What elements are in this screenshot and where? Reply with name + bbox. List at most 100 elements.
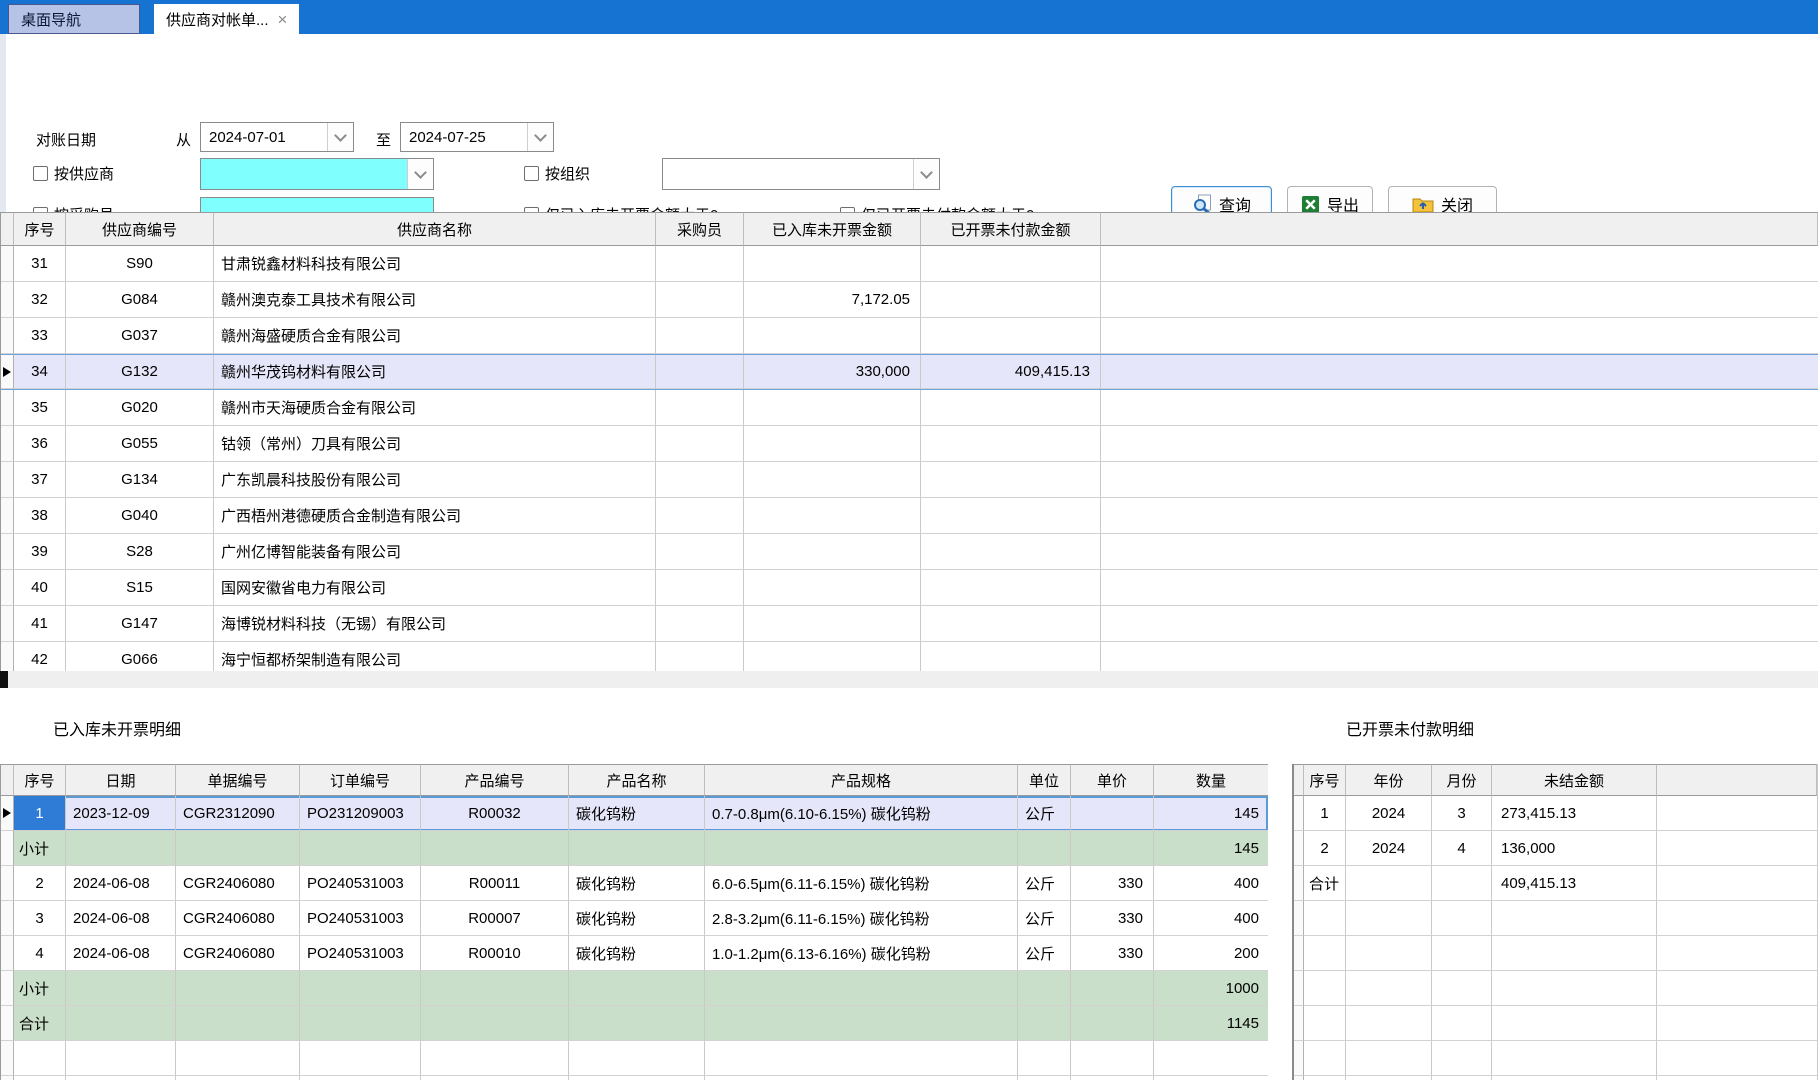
instock-detail-header: 序号 日期 单据编号 订单编号 产品编号 产品名称 产品规格 单位 单价 数量	[1, 764, 1268, 796]
supplier-row[interactable]: 35 G020 赣州市天海硬质合金有限公司	[1, 390, 1818, 426]
col-invoiced-amount[interactable]: 已开票未付款金额	[921, 212, 1101, 246]
by-org-checkbox-group: 按组织	[524, 163, 590, 184]
supplier-row[interactable]: 40 S15 国网安徽省电力有限公司	[1, 570, 1818, 606]
date-to-dropdown-button[interactable]	[527, 123, 553, 151]
col-buyer[interactable]: 采购员	[656, 212, 744, 246]
cell-supplier-code: G084	[66, 282, 214, 318]
invoiced-detail-row[interactable]	[1294, 1006, 1817, 1041]
tab-supplier-statement[interactable]: 供应商对帐单... ×	[154, 4, 299, 34]
supplier-row[interactable]: 33 G037 赣州海盛硬质合金有限公司	[1, 318, 1818, 354]
col-unit-price[interactable]: 单价	[1071, 764, 1154, 796]
cell-no: 34	[14, 355, 66, 389]
by-org-label: 按组织	[545, 163, 590, 184]
supplier-row[interactable]: 34 G132 赣州华茂钨材料有限公司 330,000 409,415.13	[1, 354, 1818, 390]
by-supplier-checkbox-group: 按供应商	[33, 163, 114, 184]
invoiced-detail-row[interactable]	[1294, 1076, 1817, 1080]
cell-filler	[1657, 901, 1817, 936]
supplier-row[interactable]: 39 S28 广州亿博智能装备有限公司	[1, 534, 1818, 570]
date-from-dropdown-button[interactable]	[327, 123, 353, 151]
cell-supplier-code: G147	[66, 606, 214, 642]
cell-buyer	[656, 246, 744, 282]
supplier-row[interactable]: 36 G055 钴领（常州）刀具有限公司	[1, 426, 1818, 462]
col-order-number[interactable]: 订单编号	[300, 764, 421, 796]
col-no[interactable]: 序号	[14, 764, 66, 796]
instock-detail-row[interactable]: 4 2024-06-08 CGR2406080 PO240531003 R000…	[1, 936, 1268, 971]
cell-supplier-code: G132	[66, 355, 214, 389]
instock-detail-row[interactable]: 小计 145	[1, 831, 1268, 866]
org-select[interactable]	[662, 158, 940, 190]
row-selector-gutter	[1, 901, 14, 936]
date-to-input[interactable]	[401, 123, 527, 151]
by-org-checkbox[interactable]	[524, 166, 539, 181]
cell-filler	[1101, 534, 1818, 570]
instock-detail-row[interactable]: 小计 1000	[1, 971, 1268, 1006]
cell-quantity: 400	[1154, 866, 1268, 901]
date-from-input[interactable]	[201, 123, 327, 151]
cell-filler	[1657, 971, 1817, 1006]
invoiced-detail-row[interactable]: 1 2024 3 273,415.13	[1294, 796, 1817, 831]
cell-instock-amount	[744, 426, 921, 462]
cell-invoiced-amount	[921, 426, 1101, 462]
header-filler	[1657, 764, 1817, 796]
supplier-row[interactable]: 38 G040 广西梧州港德硬质合金制造有限公司	[1, 498, 1818, 534]
org-select-dropdown-button[interactable]	[913, 159, 939, 189]
row-selector-gutter	[1, 642, 14, 671]
col-product-code[interactable]: 产品编号	[421, 764, 569, 796]
invoiced-detail-row[interactable]: 2 2024 4 136,000	[1294, 831, 1817, 866]
cell-invoiced-amount	[921, 642, 1101, 671]
row-selector-gutter	[1294, 1041, 1304, 1076]
col-no[interactable]: 序号	[1304, 764, 1346, 796]
col-open-amount[interactable]: 未结金额	[1492, 764, 1657, 796]
supplier-row[interactable]: 32 G084 赣州澳克泰工具技术有限公司 7,172.05	[1, 282, 1818, 318]
row-selector-gutter	[1294, 796, 1304, 831]
instock-detail-row[interactable]: 3 2024-06-08 CGR2406080 PO240531003 R000…	[1, 901, 1268, 936]
cell-instock-amount: 330,000	[744, 355, 921, 389]
col-quantity[interactable]: 数量	[1154, 764, 1268, 796]
cell-invoiced-amount	[921, 282, 1101, 318]
invoiced-detail-row[interactable]	[1294, 901, 1817, 936]
supplier-select-dropdown-button[interactable]	[407, 159, 433, 189]
supplier-row[interactable]: 42 G066 海宁恒都桥架制造有限公司	[1, 642, 1818, 671]
cell-year	[1346, 971, 1432, 1006]
supplier-row[interactable]: 37 G134 广东凯晨科技股份有限公司	[1, 462, 1818, 498]
instock-detail-row[interactable]: 合计 1145	[1, 1006, 1268, 1041]
cell-product-code: R00007	[421, 901, 569, 936]
supplier-row[interactable]: 41 G147 海博锐材料科技（无锡）有限公司	[1, 606, 1818, 642]
col-supplier-code[interactable]: 供应商编号	[66, 212, 214, 246]
by-supplier-checkbox[interactable]	[33, 166, 48, 181]
col-date[interactable]: 日期	[66, 764, 176, 796]
supplier-row[interactable]: 31 S90 甘肃锐鑫材料科技有限公司	[1, 246, 1818, 282]
supplier-table-body: 31 S90 甘肃锐鑫材料科技有限公司 32 G084 赣州澳克泰工具技术有限公…	[1, 246, 1818, 671]
invoiced-detail-row[interactable]	[1294, 971, 1817, 1006]
col-doc-number[interactable]: 单据编号	[176, 764, 300, 796]
col-unit[interactable]: 单位	[1018, 764, 1071, 796]
instock-detail-row[interactable]: 2 2024-06-08 CGR2406080 PO240531003 R000…	[1, 866, 1268, 901]
col-product-spec[interactable]: 产品规格	[705, 764, 1018, 796]
col-no[interactable]: 序号	[14, 212, 66, 246]
invoiced-detail-row[interactable]	[1294, 936, 1817, 971]
invoiced-detail-row[interactable]	[1294, 1041, 1817, 1076]
tab-close-icon[interactable]: ×	[278, 11, 288, 28]
cell-unit-price	[1071, 1006, 1154, 1041]
horizontal-scrollbar[interactable]	[0, 671, 1818, 688]
instock-detail-row[interactable]	[1, 1076, 1268, 1080]
col-supplier-name[interactable]: 供应商名称	[214, 212, 656, 246]
col-year[interactable]: 年份	[1346, 764, 1432, 796]
invoiced-detail-row[interactable]: 合计 409,415.13	[1294, 866, 1817, 901]
cell-buyer	[656, 318, 744, 354]
instock-detail-row[interactable]	[1, 1041, 1268, 1076]
cell-product-code	[421, 831, 569, 866]
header-corner	[1, 764, 14, 796]
cell-no: 31	[14, 246, 66, 282]
cell-year	[1346, 1041, 1432, 1076]
supplier-select[interactable]	[200, 158, 434, 190]
cell-product-spec	[705, 971, 1018, 1006]
instock-detail-row[interactable]: 1 2023-12-09 CGR2312090 PO231209003 R000…	[1, 796, 1268, 831]
cell-supplier-name: 甘肃锐鑫材料科技有限公司	[214, 246, 656, 282]
col-product-name[interactable]: 产品名称	[569, 764, 705, 796]
scrollbar-thumb[interactable]	[0, 671, 8, 688]
col-instock-amount[interactable]: 已入库未开票金额	[744, 212, 921, 246]
col-month[interactable]: 月份	[1432, 764, 1492, 796]
tab-desktop-nav[interactable]: 桌面导航	[8, 4, 140, 34]
cell-year: 2024	[1346, 796, 1432, 831]
